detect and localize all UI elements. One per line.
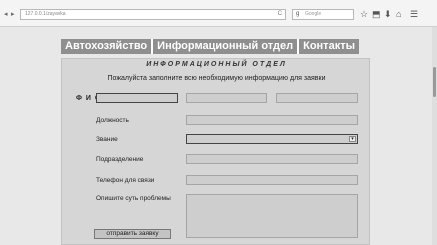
problem-textarea[interactable] [186,194,358,238]
nav-tab-it-department[interactable]: Информационный отдел [153,39,300,54]
download-icon[interactable]: ⬇ [384,9,392,19]
address-bar[interactable]: 127.0.0.1/zayavka C [20,9,286,20]
reading-list-icon[interactable]: ⬒ [372,9,381,19]
first-name-field[interactable] [186,93,267,103]
site-navigation: Автохозяйство Информационный отдел Конта… [61,39,359,54]
rank-select[interactable]: ▾ [186,134,358,144]
forward-icon[interactable]: ▸ [11,11,15,18]
reload-icon[interactable]: C [278,10,282,19]
back-icon[interactable]: ◂ [4,11,8,18]
search-input[interactable]: g Google [292,9,354,20]
submit-request-button[interactable]: отправить заявку [94,229,171,239]
nav-tab-contacts[interactable]: Контакты [299,39,359,54]
page-scrollbar[interactable] [432,27,437,245]
form-title: ИНФОРМАЦИОННЫЙ ОТДЕЛ [146,61,287,68]
department-field[interactable] [186,154,358,164]
search-engine-icon: g [296,11,300,17]
phone-field[interactable] [186,175,358,185]
problem-label: Опишите суть проблемы [96,195,171,202]
position-label: Должность [96,117,129,124]
address-text: 127.0.0.1/zayavka [25,11,66,17]
menu-icon[interactable]: ☰ [410,9,418,19]
department-label: Подразделение [96,156,144,163]
phone-label: Телефон для связи [96,177,155,184]
bookmark-star-icon[interactable]: ☆ [360,9,368,19]
browser-toolbar: ◂ ▸ 127.0.0.1/zayavka C g Google ☆ ⬒ ⬇ ⌂… [0,0,437,27]
last-name-field[interactable] [96,93,178,103]
rank-label: Звание [96,136,118,143]
chevron-down-icon[interactable]: ▾ [349,136,356,142]
search-placeholder: Google [305,11,322,17]
home-icon[interactable]: ⌂ [396,9,401,19]
scrollbar-thumb[interactable] [433,67,436,97]
middle-name-field[interactable] [276,93,358,103]
nav-tab-motor-depot[interactable]: Автохозяйство [61,39,154,54]
position-field[interactable] [186,115,358,125]
form-intro-text: Пожалуйста заполните всю необходимую инф… [107,75,326,82]
